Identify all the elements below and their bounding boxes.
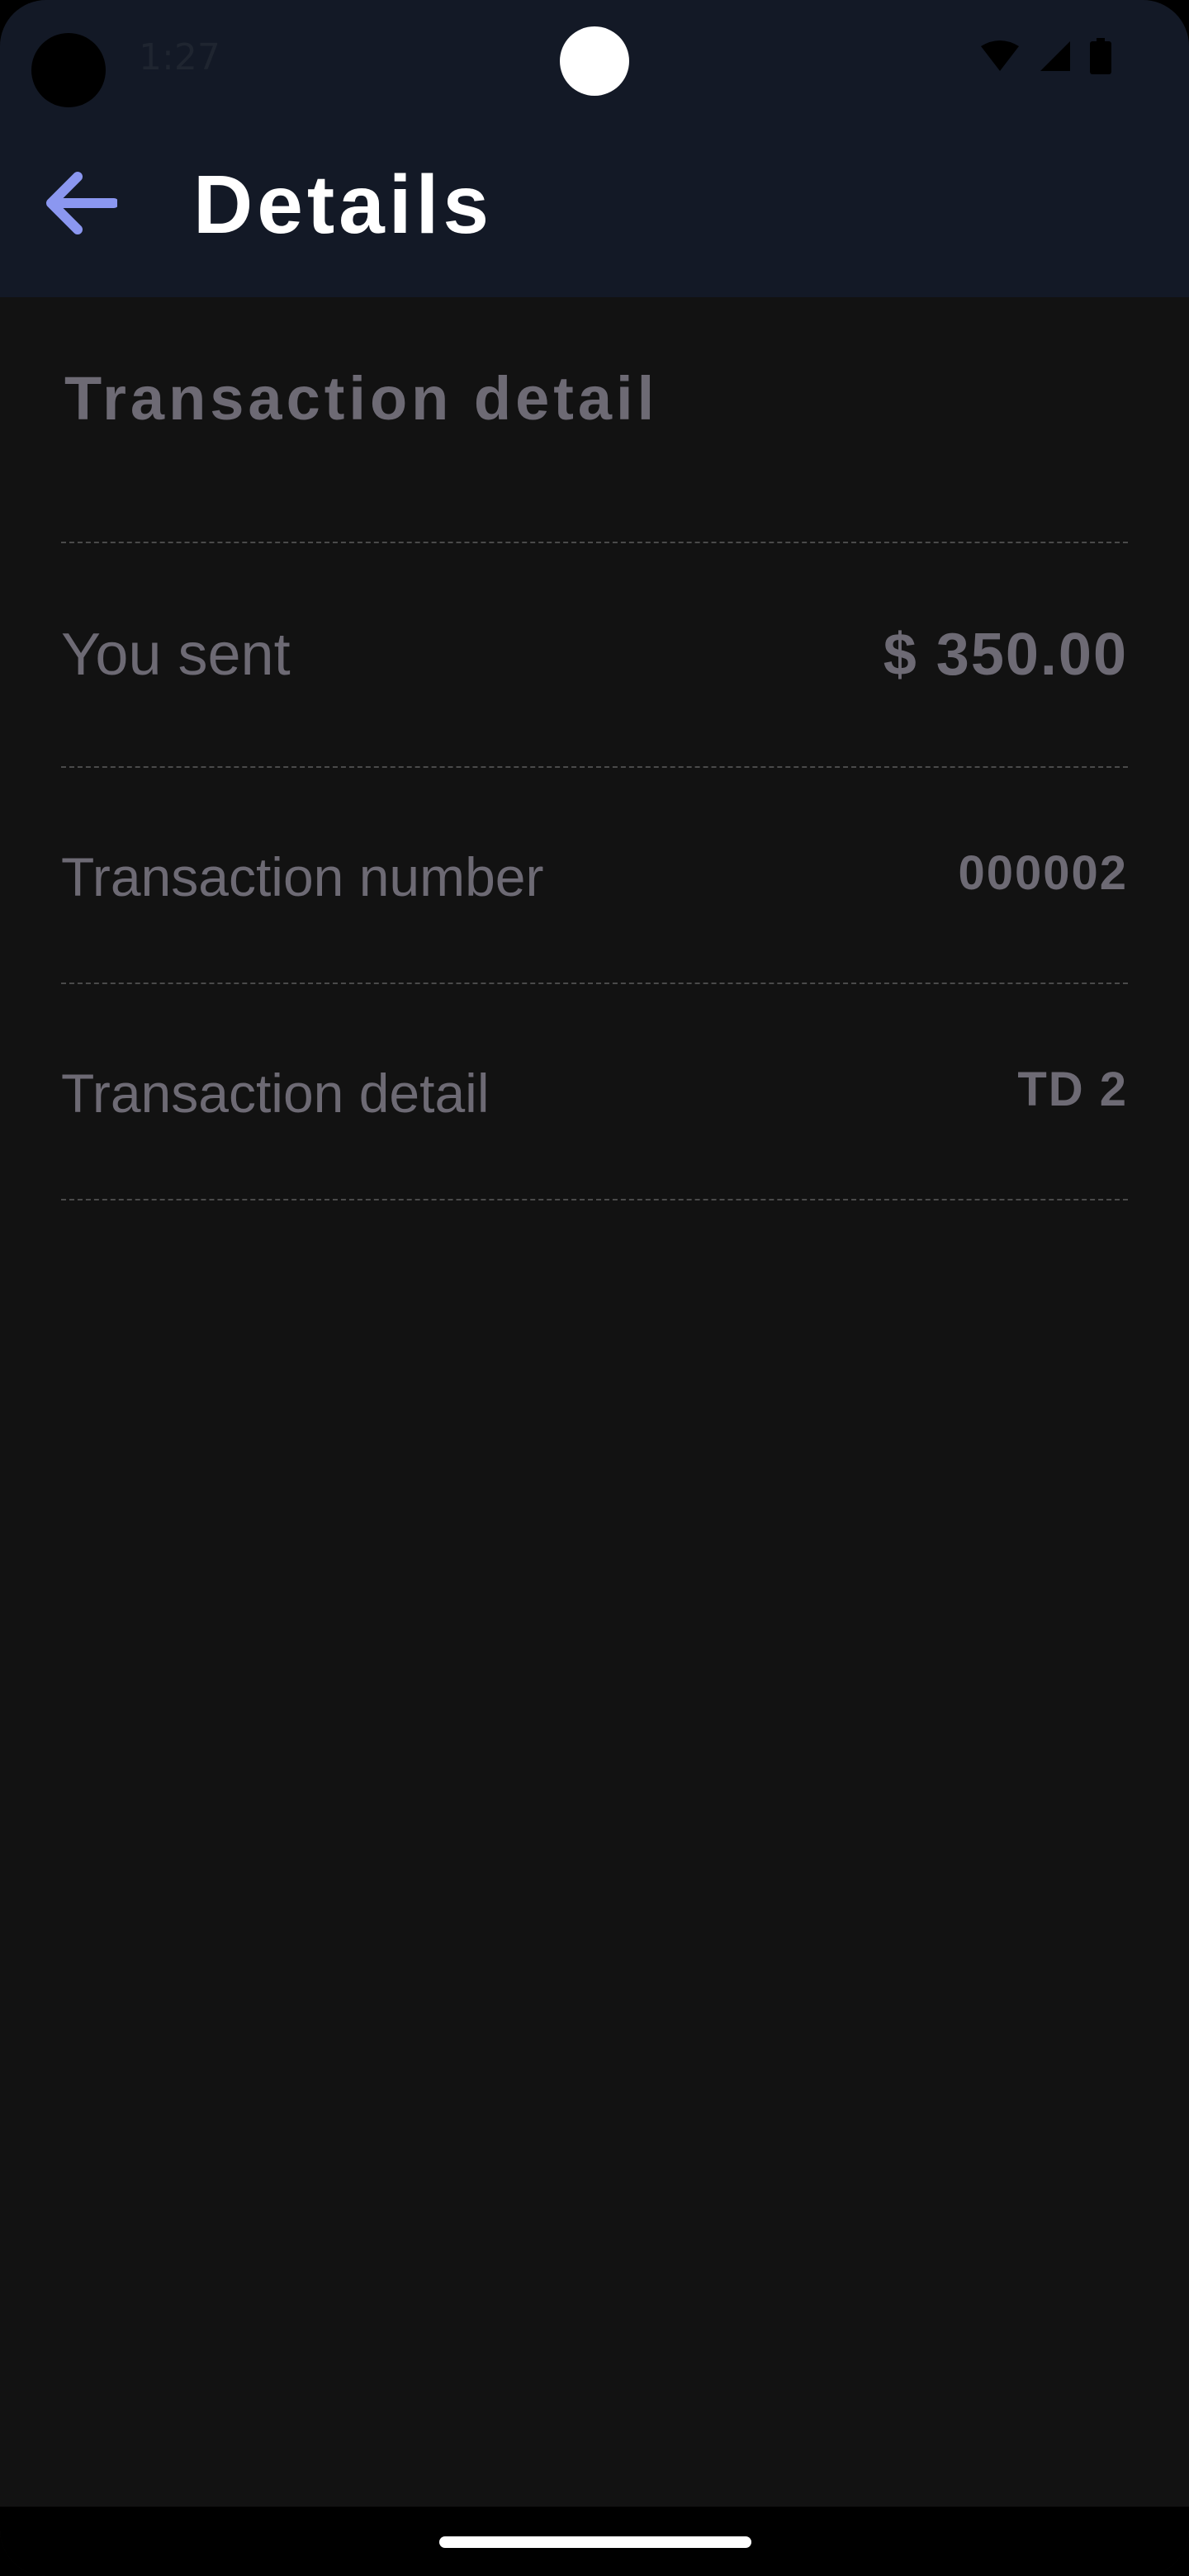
status-time: 1:27 — [139, 36, 220, 78]
transaction-detail-value: TD 2 — [1017, 1063, 1128, 1116]
divider — [61, 766, 1128, 768]
divider — [61, 542, 1128, 543]
top-app-area: 1:27 Details — [0, 0, 1189, 297]
amount-sent-value: $ 350.00 — [883, 622, 1128, 688]
app-bar: Details — [0, 132, 1189, 281]
status-bar: 1:27 — [0, 0, 1189, 116]
back-button[interactable] — [33, 157, 129, 253]
arrow-left-icon — [45, 171, 119, 239]
divider — [61, 1199, 1128, 1200]
transaction-number-label: Transaction number — [61, 846, 544, 907]
battery-icon — [1090, 38, 1111, 78]
divider — [61, 983, 1128, 984]
section-title: Transaction detail — [64, 364, 659, 433]
page-title: Details — [193, 159, 493, 251]
amount-sent-label: You sent — [61, 622, 291, 688]
wifi-icon — [979, 40, 1021, 77]
cellular-signal-icon — [1039, 40, 1072, 77]
camera-punch-hole — [560, 26, 629, 96]
transaction-number-value: 000002 — [958, 846, 1128, 900]
home-gesture-handle[interactable] — [439, 2536, 751, 2548]
system-navigation-bar — [0, 2507, 1189, 2576]
status-icons — [979, 38, 1111, 78]
transaction-detail-label: Transaction detail — [61, 1063, 490, 1124]
front-camera-indicator — [31, 33, 106, 107]
app-screen: 1:27 Details Transaction detail You sent… — [0, 0, 1189, 2576]
